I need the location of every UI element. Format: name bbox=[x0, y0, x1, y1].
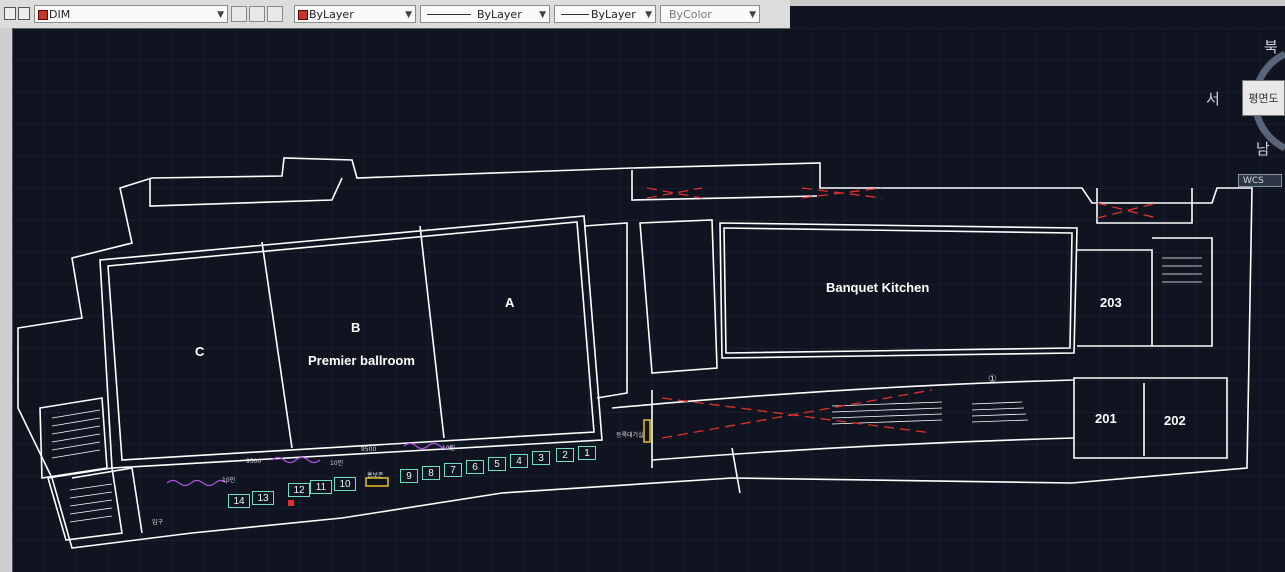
info-zone-label: 홍보존 bbox=[367, 472, 384, 479]
autocad-window: DIM ▼ ByLayer ▼ ByLayer ▼ ByLayer ▼ ByCo… bbox=[0, 0, 1285, 572]
booth: 3 bbox=[532, 451, 550, 465]
west-label[interactable]: 서 bbox=[1206, 88, 1220, 109]
lineweight-preview bbox=[561, 14, 589, 15]
room-202-label: 202 bbox=[1164, 413, 1186, 428]
booth: 9 bbox=[400, 469, 418, 483]
layer-name: DIM bbox=[49, 8, 71, 21]
grid-background bbox=[12, 28, 1285, 572]
capacity-label: 10인 bbox=[222, 477, 236, 484]
linetype-dropdown[interactable]: ByLayer ▼ bbox=[420, 5, 550, 23]
kitchen-label: Banquet Kitchen bbox=[826, 280, 930, 295]
color-swatch bbox=[298, 10, 308, 20]
chevron-down-icon: ▼ bbox=[645, 10, 652, 20]
section-b-label: B bbox=[351, 320, 361, 335]
viewcube-face[interactable]: 평면도 bbox=[1242, 80, 1285, 116]
marker-label: ① bbox=[988, 374, 997, 385]
booth: 2 bbox=[556, 448, 574, 462]
layer-freeze-icon[interactable] bbox=[4, 7, 16, 20]
properties-toolbar: DIM ▼ ByLayer ▼ ByLayer ▼ ByLayer ▼ ByCo… bbox=[0, 0, 790, 29]
room-201-label: 201 bbox=[1095, 411, 1117, 426]
toolbar-edge bbox=[790, 0, 1285, 6]
booth: 11 bbox=[310, 480, 332, 494]
chevron-down-icon: ▼ bbox=[749, 10, 756, 20]
color-value: ByLayer bbox=[309, 8, 354, 21]
red-marker bbox=[288, 500, 294, 506]
plotstyle-dropdown[interactable]: ByColor ▼ bbox=[660, 5, 760, 23]
linetype-value: ByLayer bbox=[477, 8, 522, 21]
floor-plan-drawing bbox=[12, 28, 1285, 572]
capacity-label: 10인 bbox=[442, 445, 456, 452]
layer-color-swatch bbox=[38, 10, 48, 20]
layer-dropdown[interactable]: DIM ▼ bbox=[34, 5, 228, 23]
booth: 10 bbox=[334, 477, 356, 491]
chevron-down-icon: ▼ bbox=[405, 10, 412, 20]
make-current-layer-icon[interactable] bbox=[231, 6, 247, 22]
linetype-preview bbox=[427, 14, 471, 15]
wcs-menu[interactable]: WCS bbox=[1238, 174, 1282, 187]
drawing-viewport[interactable]: C B A Premier ballroom Banquet Kitchen 2… bbox=[12, 28, 1285, 572]
booth: 12 bbox=[288, 483, 310, 497]
capacity-label: 10인 bbox=[330, 460, 344, 467]
layer-states-icon[interactable] bbox=[267, 6, 283, 22]
booth: 13 bbox=[252, 491, 274, 505]
booth: 14 bbox=[228, 494, 250, 508]
booth: 7 bbox=[444, 463, 462, 477]
ballroom-label: Premier ballroom bbox=[308, 353, 415, 368]
chevron-down-icon: ▼ bbox=[539, 10, 546, 20]
south-label[interactable]: 남 bbox=[1256, 138, 1270, 159]
color-dropdown[interactable]: ByLayer ▼ bbox=[294, 5, 416, 23]
width-dimension: 9500 bbox=[246, 458, 262, 465]
booth: 8 bbox=[422, 466, 440, 480]
width-dimension: 9500 bbox=[361, 446, 377, 453]
lineweight-value: ByLayer bbox=[591, 8, 636, 21]
booth: 4 bbox=[510, 454, 528, 468]
layer-lock-icon[interactable] bbox=[18, 7, 30, 20]
plotstyle-value: ByColor bbox=[669, 8, 712, 21]
registration-label: 등록대기실 bbox=[616, 432, 644, 439]
room-203-label: 203 bbox=[1100, 295, 1122, 310]
wcs-label: WCS bbox=[1243, 176, 1264, 186]
chevron-down-icon: ▼ bbox=[217, 10, 224, 20]
booth: 1 bbox=[578, 446, 596, 460]
north-label[interactable]: 북 bbox=[1264, 36, 1278, 57]
section-a-label: A bbox=[505, 295, 515, 310]
booth: 6 bbox=[466, 460, 484, 474]
booth: 5 bbox=[488, 457, 506, 471]
layer-previous-icon[interactable] bbox=[249, 6, 265, 22]
entrance-label: 입구 bbox=[152, 519, 164, 526]
section-c-label: C bbox=[195, 344, 205, 359]
lineweight-dropdown[interactable]: ByLayer ▼ bbox=[554, 5, 656, 23]
